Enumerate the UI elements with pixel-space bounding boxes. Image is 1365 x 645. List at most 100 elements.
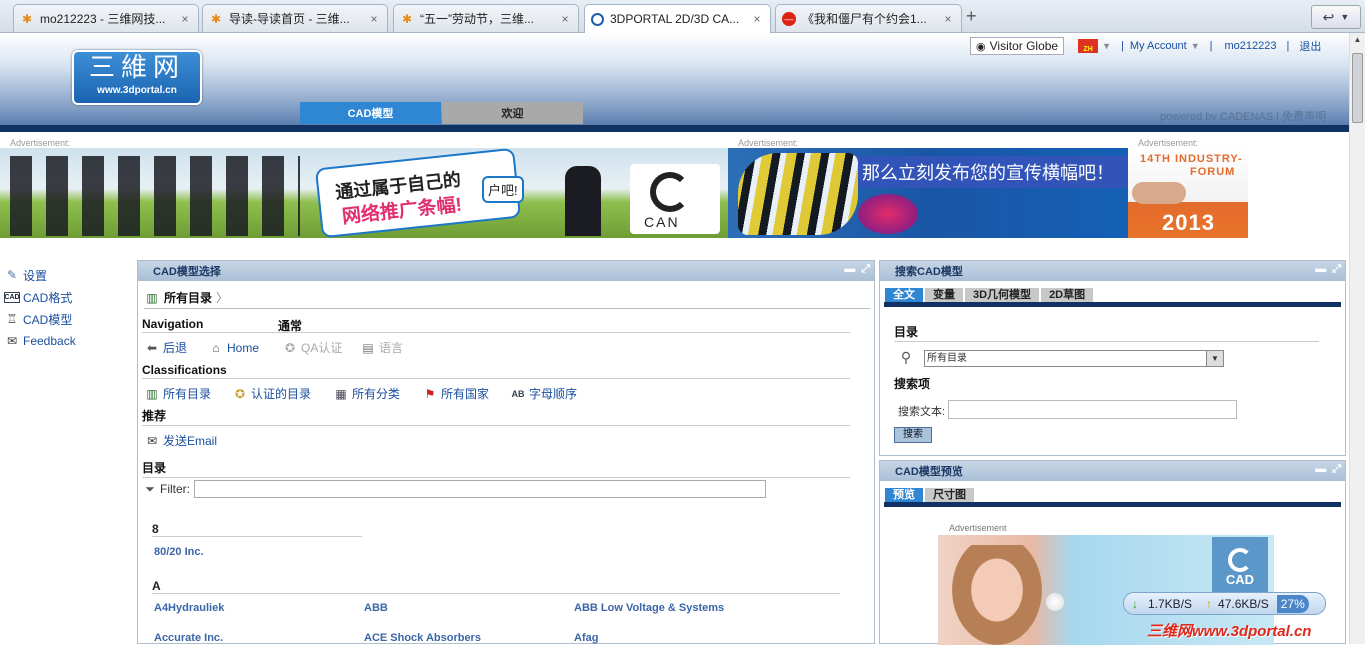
- qa-certification-link[interactable]: ✪ QA认证: [282, 339, 360, 356]
- alphabet-icon: AB: [511, 388, 525, 399]
- logout-link[interactable]: 退出: [1299, 38, 1321, 54]
- catalog-select-value: 所有目录: [927, 353, 967, 364]
- dandelion-image: [1046, 593, 1064, 611]
- alphabetical-link[interactable]: AB 字母顺序: [510, 385, 578, 402]
- back-link[interactable]: ⬅ 后退: [144, 339, 208, 356]
- minimize-icon[interactable]: ▬: [844, 263, 855, 276]
- maximize-icon[interactable]: ⤢: [1332, 263, 1341, 276]
- scrollbar-thumb[interactable]: [1352, 53, 1363, 123]
- nav-links: ⬅ 后退 ⌂ Home ✪ QA认证 ▤ 语言: [144, 339, 403, 356]
- chevron-down-icon[interactable]: ▼: [1206, 351, 1223, 366]
- flag-icon: ⚑: [424, 386, 436, 401]
- browser-tab-bar: ✱ mo212223 - 三维网技... × ✱ 导读-导读首页 - 三维...…: [0, 0, 1365, 33]
- network-speed-widget[interactable]: ↓ 1.7KB/S ↑ 47.6KB/S 27%: [1123, 592, 1326, 615]
- my-account-link[interactable]: My Account: [1130, 40, 1187, 52]
- close-icon[interactable]: ×: [178, 12, 192, 26]
- maximize-icon[interactable]: ⤢: [1332, 463, 1341, 476]
- catalog-link[interactable]: 80/20 Inc.: [154, 546, 204, 558]
- back-arrow-icon: ⬅: [146, 340, 158, 355]
- close-icon[interactable]: ×: [750, 12, 764, 26]
- brand-box: CAN: [630, 164, 720, 234]
- catalog-select[interactable]: 所有目录 ▼: [924, 350, 1224, 367]
- tab-2d-sketch[interactable]: 2D草图: [1041, 288, 1094, 303]
- hands-image: [1132, 182, 1186, 204]
- panel-title: CAD模型预览: [895, 466, 963, 478]
- asterisk-favicon-icon: ✱: [210, 11, 222, 26]
- catalog-link[interactable]: ABB Low Voltage & Systems: [574, 602, 724, 614]
- breadcrumb-item[interactable]: 所有目录: [164, 289, 212, 306]
- browser-tab-5[interactable]: — 《我和僵尸有个约会1... ×: [775, 4, 962, 32]
- ad-banner-forum[interactable]: 14TH INDUSTRY- FORUM 2013: [1128, 148, 1248, 238]
- tab-underline: [884, 502, 1341, 507]
- tab-dimension-drawing[interactable]: 尺寸图: [925, 488, 974, 503]
- ad-label: Advertisement:: [738, 138, 799, 148]
- browser-tab-1[interactable]: ✱ mo212223 - 三维网技... ×: [13, 4, 199, 32]
- catalog-link[interactable]: ABB: [364, 602, 388, 614]
- sidebar-item-settings[interactable]: ✎ 设置: [4, 264, 134, 286]
- logo-url: www.3dportal.cn: [97, 85, 177, 96]
- catalog-link[interactable]: ACE Shock Absorbers: [364, 632, 481, 644]
- nav-tab-welcome[interactable]: 欢迎: [442, 102, 583, 124]
- close-icon[interactable]: ×: [558, 12, 572, 26]
- tab-preview[interactable]: 预览: [885, 488, 923, 503]
- close-icon[interactable]: ×: [941, 12, 955, 26]
- catalog-link[interactable]: A4Hydrauliek: [154, 602, 224, 614]
- close-icon[interactable]: ×: [367, 12, 381, 26]
- all-catalogs-link[interactable]: ▥ 所有目录: [144, 385, 232, 402]
- tab-3d-geometry[interactable]: 3D几何模型: [965, 288, 1040, 303]
- tab-fulltext[interactable]: 全文: [885, 288, 923, 303]
- sidebar-item-cad-formats[interactable]: CAD CAD格式: [4, 286, 134, 308]
- brand-name: CAN: [644, 214, 680, 230]
- visitor-globe-button[interactable]: ◉ Visitor Globe: [970, 37, 1065, 55]
- send-email-link[interactable]: ✉ 发送Email: [144, 432, 217, 449]
- minimize-icon[interactable]: ▬: [1315, 463, 1326, 476]
- link-label: 所有分类: [352, 387, 401, 401]
- chevron-down-icon[interactable]: ▼: [1102, 41, 1111, 51]
- top-user-nav: ◉ Visitor Globe ZH ▼ | My Account ▼ | mo…: [970, 37, 1321, 55]
- catalog-link[interactable]: Accurate Inc.: [154, 632, 223, 644]
- search-text-input[interactable]: [948, 400, 1237, 419]
- link-label: QA认证: [301, 341, 343, 355]
- minimize-icon[interactable]: ▬: [1315, 263, 1326, 276]
- classification-icon: ▦: [335, 386, 347, 401]
- catalog-link[interactable]: Afag: [574, 632, 598, 644]
- username-link[interactable]: mo212223: [1225, 40, 1277, 52]
- logo-text: 三維网: [88, 53, 185, 83]
- certified-catalogs-link[interactable]: ✪ 认证的目录: [232, 385, 333, 402]
- ad-brand-box: CAD: [1212, 537, 1268, 597]
- maximize-icon[interactable]: ⤢: [861, 263, 870, 276]
- search-button[interactable]: 搜索: [894, 427, 932, 443]
- browser-tab-2[interactable]: ✱ 导读-导读首页 - 三维... ×: [202, 4, 388, 32]
- all-classes-link[interactable]: ▦ 所有分类: [333, 385, 422, 402]
- forum-year: 2013: [1162, 210, 1215, 235]
- classification-links: ▥ 所有目录 ✪ 认证的目录 ▦ 所有分类 ⚑ 所有国家 AB 字母顺序: [144, 385, 577, 402]
- group-letter: 8: [152, 522, 362, 537]
- panel-header: 搜索CAD模型 ▬ ⤢: [880, 261, 1345, 281]
- scroll-up-arrow-icon[interactable]: ▲: [1352, 35, 1363, 47]
- new-tab-button[interactable]: +: [966, 6, 977, 27]
- browser-tab-4-active[interactable]: 3DPORTAL 2D/3D CA... ×: [584, 4, 771, 33]
- browser-tab-3[interactable]: ✱ “五一”劳动节，三维... ×: [393, 4, 579, 32]
- tab-underline: [884, 302, 1341, 307]
- catalog-title: 目录: [142, 459, 850, 478]
- sidebar-item-cad-models[interactable]: ♖ CAD模型: [4, 308, 134, 330]
- back-button[interactable]: ↩ ▼: [1311, 5, 1361, 29]
- ad-banner-fish[interactable]: 那么立刻发布您的宣传横幅吧！: [728, 148, 1128, 238]
- filter-input[interactable]: [194, 480, 766, 498]
- sidebar-item-feedback[interactable]: ✉ Feedback: [4, 330, 134, 352]
- home-link[interactable]: ⌂ Home: [208, 339, 282, 356]
- nav-tab-cad-models[interactable]: CAD模型: [300, 102, 441, 124]
- tab-variables[interactable]: 变量: [925, 288, 963, 303]
- search-cad-panel: 搜索CAD模型 ▬ ⤢ 全文 变量 3D几何模型 2D草图 目录 ⚲ 所有目录 ▼ 搜…: [879, 260, 1346, 456]
- link-label: 认证的目录: [251, 387, 312, 401]
- language-flag-icon[interactable]: ZH: [1078, 39, 1099, 53]
- all-countries-link[interactable]: ⚑ 所有国家: [422, 385, 510, 402]
- page-scrollbar[interactable]: ▲: [1349, 33, 1365, 644]
- site-logo[interactable]: 三維网 www.3dportal.cn: [72, 50, 202, 105]
- cad-preview-panel: CAD模型预览 ▬ ⤢ 预览 尺寸图 Advertisement CAD: [879, 460, 1346, 645]
- ad-banner-business[interactable]: 通过属于自己的 网络推广条幅! 户吧! CAN: [0, 148, 728, 238]
- ad-label: Advertisement: [949, 523, 1007, 533]
- pencil-icon: ✎: [6, 268, 18, 282]
- language-link[interactable]: ▤ 语言: [360, 339, 403, 356]
- chevron-down-icon[interactable]: ▼: [1191, 41, 1200, 51]
